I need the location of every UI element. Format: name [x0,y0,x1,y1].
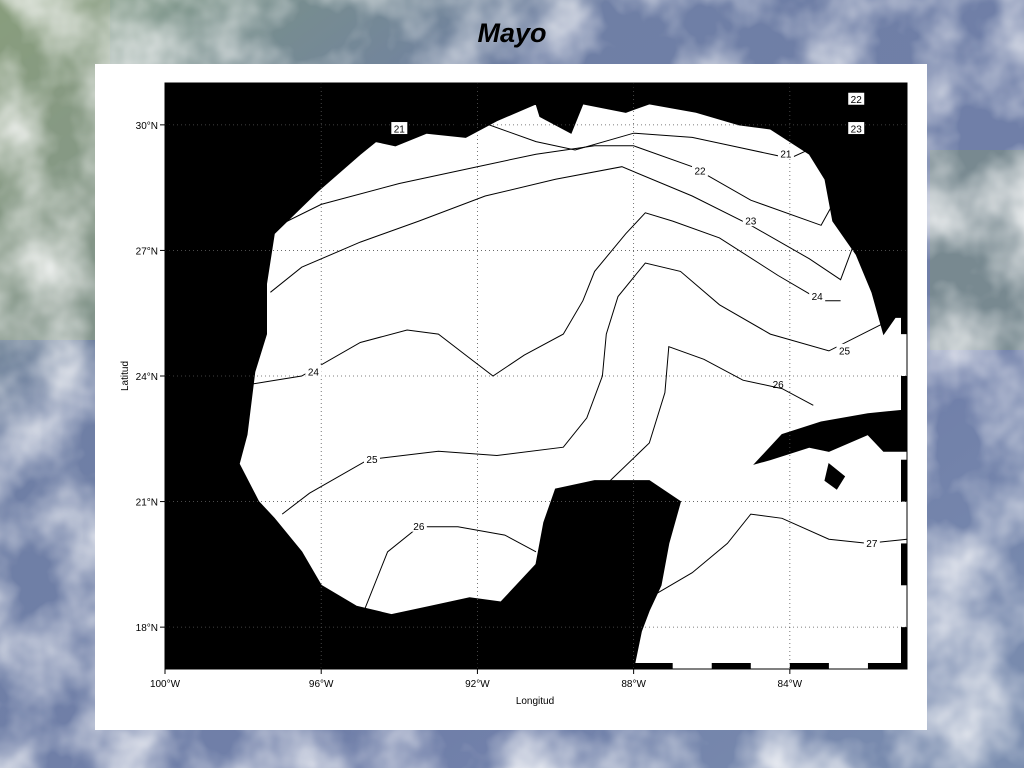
frame-segment-right [901,459,907,502]
sst-contour-map: 21212222232324242525262627 100°W 96°W 92°W… [120,82,908,707]
frame-segment-bottom [789,663,829,669]
page-title: Mayo [477,18,547,48]
contour-label-21: 21 [780,150,792,161]
contour-label-24: 24 [308,367,320,378]
y-axis-label: Latitud [120,361,131,391]
tick-label-lon: 92°W [465,679,490,690]
tick-label-lat: 24°N [136,372,158,383]
tick-label-lon: 96°W [309,679,334,690]
frame-segment-bottom [711,663,751,669]
frame-segment-top [633,83,673,89]
frame-segment-right [901,376,907,418]
frame-segment-right [901,292,907,335]
frame-segment-left [165,376,171,418]
frame-segment-top [321,83,361,89]
contour-label-22: 22 [694,166,706,177]
contour-label-25: 25 [366,455,378,466]
contour-label-26: 26 [413,522,425,533]
contour-label-27: 27 [866,539,878,550]
frame-segment-bottom [399,663,439,669]
frame-segment-right [901,627,907,669]
frame-segment-top [165,83,205,89]
frame-segment-top [399,83,439,89]
tick-label-lat: 21°N [136,498,158,509]
frame-segment-top [243,83,283,89]
frame-segment-right [901,543,907,586]
frame-segment-top [789,83,829,89]
frame-segment-right [901,208,907,251]
frame-segment-right [901,124,907,167]
tick-label-lon: 100°W [150,679,181,690]
figure-panel: 21 21 22 22 23 23 24 24 25 25 26 26 27 100°W 96°W 92°W… [95,64,927,730]
tick-label-lon: 88°W [621,679,646,690]
frame-segment-bottom [633,663,673,669]
frame-segment-bottom [321,663,361,669]
tick-label-lat: 18°N [136,623,158,634]
frame-segment-left [165,208,171,251]
frame-segment-bottom [555,663,595,669]
contour-label-23: 23 [851,125,863,136]
contour-label-24: 24 [812,292,824,303]
frame-segment-left [165,459,171,502]
frame-segment-top [867,83,907,89]
frame-segment-top [477,83,517,89]
frame-segment-top [555,83,595,89]
frame-segment-left [165,292,171,335]
contour-label-21: 21 [394,125,406,136]
tick-label-lat: 30°N [136,121,158,132]
frame-segment-left [165,627,171,669]
tick-label-lon: 84°W [778,679,803,690]
contour-label-22: 22 [851,95,863,106]
contour-label-25: 25 [839,346,851,357]
contour-label-23: 23 [745,217,757,228]
tick-label-lat: 27°N [136,246,158,257]
frame-segment-bottom [477,663,517,669]
frame-segment-bottom [243,663,283,669]
frame-segment-top [711,83,751,89]
frame-segment-left [165,124,171,167]
frame-segment-left [165,543,171,586]
x-axis-label: Longitud [516,696,554,707]
